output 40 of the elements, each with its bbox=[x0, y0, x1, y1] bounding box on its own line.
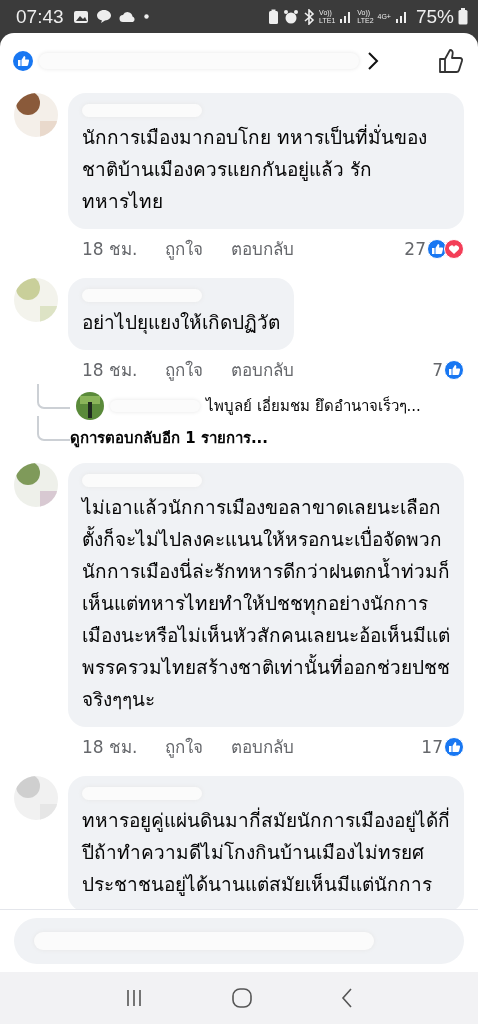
comment-time: 18 ชม. bbox=[82, 359, 138, 382]
like-reaction-icon bbox=[444, 736, 464, 757]
like-icon bbox=[13, 51, 33, 71]
like-link[interactable]: ถูกใจ bbox=[165, 356, 204, 383]
reply-link[interactable]: ตอบกลับ bbox=[231, 733, 295, 760]
like-link[interactable]: ถูกใจ bbox=[165, 733, 204, 760]
back-icon[interactable] bbox=[341, 988, 354, 1008]
reply-preview[interactable]: ไพบูลย์ เอี่ยมชม ยึดอำนาจเร็วๆ... bbox=[206, 394, 421, 418]
heart-reaction-icon bbox=[444, 238, 464, 259]
like-reaction-icon bbox=[444, 359, 464, 380]
comment-time: 18 ชม. bbox=[82, 736, 138, 759]
clock: 07:43 bbox=[16, 5, 64, 28]
bluetooth-icon bbox=[303, 8, 316, 25]
battery-saver-icon bbox=[268, 8, 280, 25]
comment-time: 18 ชม. bbox=[82, 238, 138, 261]
thumbs-up-icon[interactable] bbox=[438, 48, 464, 74]
reply-link[interactable]: ตอบกลับ bbox=[231, 235, 295, 262]
recent-apps-icon[interactable] bbox=[124, 989, 143, 1007]
reaction-count: 17 bbox=[421, 736, 443, 757]
chevron-right-icon[interactable] bbox=[367, 51, 379, 71]
thread-line bbox=[36, 384, 70, 412]
reply-link[interactable]: ตอบกลับ bbox=[231, 356, 295, 383]
comment-text: อย่าไปยุแยงให้เกิดปฏิวัต bbox=[82, 310, 280, 336]
battery-percent: 75% bbox=[415, 5, 454, 28]
cloud-icon bbox=[118, 10, 137, 23]
like-reaction-icon bbox=[427, 238, 447, 259]
more-replies-link[interactable]: ดูการตอบกลับอีก 1 รายการ... bbox=[70, 426, 268, 450]
dot-icon bbox=[143, 14, 149, 19]
thread-line bbox=[36, 416, 70, 444]
like-link[interactable]: ถูกใจ bbox=[165, 235, 204, 262]
home-icon[interactable] bbox=[232, 988, 252, 1008]
chat-bubble-icon bbox=[95, 9, 112, 24]
comment-text: ไม่เอาแล้วนักการเมืองขอลาขาดเลยนะเลือกตั้งก็จะไม่ไปลงคะแนนให้หรอกนะเบื่อจัดพวกนักการเมืองนี่ล่ะรักทหารดีกว่าฝนตกน้ำท่วมก็เห็นแต่ทหารไทยทำให้ปชชทุกอย่างนักการเมืองนะหรือไม่เห็นหัวสักคนเลยนะอ้อเห็นมีแต่พรรครวมไทยสร้างชาติเท่านั้นที่ออกช่วยปชชจริงๆๆนะ bbox=[82, 495, 450, 712]
battery-icon bbox=[458, 8, 468, 25]
signal-icon bbox=[394, 9, 409, 24]
reaction-count: 7 bbox=[432, 359, 443, 380]
image-icon bbox=[72, 9, 89, 24]
reaction-count: 27 bbox=[404, 238, 426, 259]
comment-text: ทหารอยูคู่แผ่นดินมากี่สมัยนักการเมืองอยู่ได้กี่ปีถ้าทำความดีไม่โกงกินบ้านเมืองไม่ทรยศประชาชนอยู่ได้นานแต่สมัยเห็นมีแต่นักการ bbox=[82, 806, 450, 898]
comment-text: นักการเมืองมากอบโกย ทหารเป็นที่มั่นของชาติบ้านเมืองควรแยกกันอยู่แล้ว รักทหารไทย bbox=[82, 123, 429, 214]
